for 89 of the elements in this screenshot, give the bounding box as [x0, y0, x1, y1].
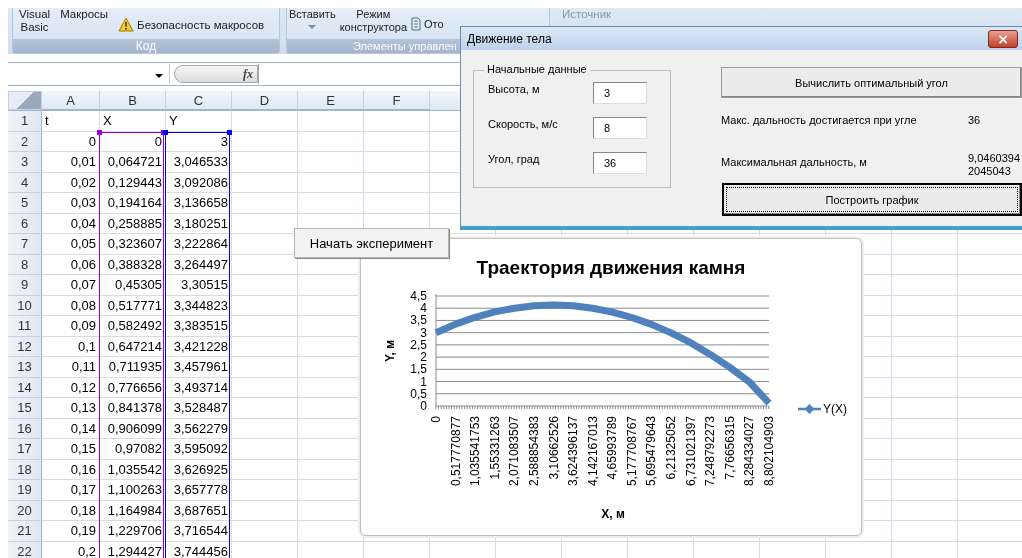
column-header[interactable]: C [166, 91, 232, 110]
row-header[interactable]: 18 [8, 459, 42, 480]
warning-icon [118, 17, 135, 32]
table-cell: Y [166, 111, 232, 132]
ribbon-button[interactable]: Visual Basic [19, 8, 51, 34]
caret-icon [155, 74, 163, 78]
legend-line-icon [798, 404, 821, 414]
row-header[interactable]: 7 [8, 234, 42, 255]
axis-title: X, м [601, 507, 625, 521]
field-label: Угол, град [488, 152, 540, 165]
ribbon-button[interactable]: Безопасность макросов [118, 17, 265, 32]
row-header[interactable]: 2 [8, 131, 42, 152]
row-header[interactable]: 21 [8, 521, 42, 542]
table-cell: X [100, 111, 166, 132]
row-header[interactable]: 19 [8, 480, 42, 501]
axis-tick-label: 1,035541753 [468, 416, 483, 487]
row-header[interactable]: 12 [8, 336, 42, 357]
row-header[interactable]: 11 [8, 316, 42, 337]
ribbon-button[interactable]: Ото [411, 17, 444, 31]
axis-tick-label: 2,5 [410, 337, 427, 352]
column-header[interactable]: E [298, 91, 364, 110]
axis-tick-label: 2,588854383 [526, 416, 541, 487]
row-header[interactable]: 15 [8, 398, 42, 419]
axis-tick-label: 7,248792273 [703, 416, 718, 487]
axis-tick-label: 0 [420, 399, 427, 413]
row-header[interactable]: 16 [8, 418, 42, 439]
axis-tick-label: 8,802104903 [762, 416, 776, 487]
axis-tick-label: 3 [420, 325, 427, 340]
axis-tick-label: 1,5 [410, 362, 427, 377]
chart-title: Траектория движения камня [476, 257, 746, 278]
plot-button[interactable]: Построить график [722, 183, 1022, 216]
axis-tick-label: 7,76656315 [722, 416, 737, 480]
axis-tick-label: 2,071083507 [507, 416, 522, 487]
row-header[interactable]: 4 [8, 172, 42, 193]
axis-tick-label: 1,55331263 [487, 416, 502, 480]
group-label: Код [13, 39, 279, 53]
axis-tick-label: 4 [420, 301, 427, 316]
axis-tick-label: 1 [420, 374, 427, 389]
result-value: 36 [968, 114, 982, 128]
axis-tick-label: 6,731021397 [683, 416, 698, 487]
row-header[interactable]: 8 [8, 254, 42, 275]
row-header[interactable]: 1 [8, 111, 42, 132]
table-cell: t [42, 111, 100, 132]
compute-button[interactable]: Вычислить оптимальный угол [721, 67, 1022, 98]
axis-tick-label: 4,65993789 [605, 416, 620, 480]
axis-tick-label: 5,695479643 [644, 416, 659, 487]
ribbon-button[interactable]: Режим конструктора [339, 8, 407, 34]
legend-label: Y(X) [823, 402, 847, 416]
axis-tick-label: 3,10662526 [546, 416, 561, 480]
axis-tick-label: 0,517770877 [448, 416, 463, 487]
column-header[interactable]: D [232, 91, 298, 110]
result-label: Максимальная дальность, м [721, 155, 868, 170]
group-title: Начальные данные [484, 63, 590, 75]
axis-tick-label: 2 [420, 350, 427, 365]
row-header[interactable]: 9 [8, 275, 42, 296]
axis-tick-label: 3,5 [410, 313, 427, 328]
row-header[interactable]: 14 [8, 377, 42, 398]
input-field[interactable]: 8 [593, 117, 647, 139]
select-all-button[interactable] [8, 91, 42, 110]
row-header[interactable]: 10 [8, 295, 42, 316]
axis-tick-label: 6,21325052 [664, 416, 679, 480]
axis-tick-label: 4,5 [410, 289, 427, 303]
ribbon-button[interactable]: Вставить [289, 8, 336, 29]
axis-tick-label: 8,284334027 [742, 416, 757, 487]
axis-tick-label: 0,5 [410, 386, 427, 401]
row-header[interactable]: 3 [8, 152, 42, 173]
column-header[interactable]: F [364, 91, 430, 110]
row-header[interactable]: 13 [8, 357, 42, 378]
input-field[interactable]: 36 [593, 152, 647, 174]
axis-tick-label: 4,142167013 [585, 416, 600, 487]
field-label: Скорость, м/с [488, 117, 558, 130]
axis-tick-label: 5,177708767 [624, 416, 639, 487]
result-value: 9,04603942045043 [968, 152, 1021, 179]
column-header[interactable]: A [42, 91, 100, 110]
column-header[interactable]: B [100, 91, 166, 110]
row-header[interactable]: 5 [8, 193, 42, 214]
row-header[interactable]: 6 [8, 213, 42, 234]
result-label: Макс. дальность достигается при угле [721, 114, 918, 128]
axis-tick-label: 3,624396137 [566, 416, 581, 487]
field-label: Высота, м [488, 82, 540, 95]
document-icon [411, 17, 421, 31]
row-header[interactable]: 20 [8, 500, 42, 521]
start-experiment-button[interactable]: Начать эксперимент [294, 228, 449, 258]
axis-title: Y, м [383, 339, 397, 363]
ribbon-button[interactable]: Макросы [60, 8, 109, 21]
axis-tick-label: 0 [429, 416, 443, 423]
input-field[interactable]: 3 [593, 82, 647, 104]
insert-function-button[interactable]: fx [243, 66, 253, 82]
row-header[interactable]: 17 [8, 439, 42, 460]
